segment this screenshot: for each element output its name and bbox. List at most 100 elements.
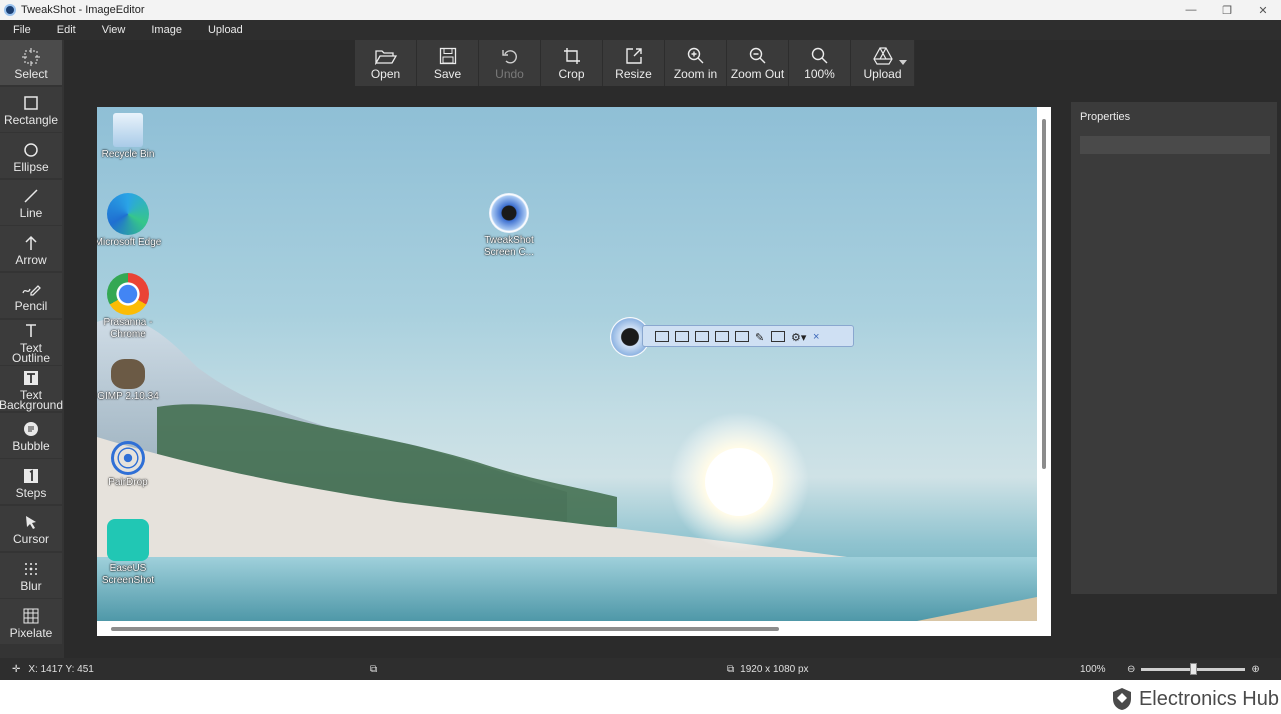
chrome-icon xyxy=(107,273,149,315)
tool-arrow[interactable]: Arrow xyxy=(0,226,62,272)
capture-region-icon[interactable] xyxy=(675,330,689,342)
landscape-wallpaper xyxy=(97,318,1037,621)
bubble-icon xyxy=(23,419,39,439)
recycle-bin-icon xyxy=(113,113,143,147)
screenshot-image: Recycle Bin Microsoft Edge Prasanna - Ch… xyxy=(97,107,1037,621)
capture-video-icon[interactable] xyxy=(735,330,749,342)
pairdrop-icon xyxy=(111,441,145,475)
ellipse-icon xyxy=(23,140,39,160)
app-logo-icon xyxy=(4,4,16,16)
edge-icon xyxy=(107,193,149,235)
desktop-icon-recycle-bin[interactable]: Recycle Bin xyxy=(97,113,163,161)
text-background-icon xyxy=(23,368,39,388)
actual-size-button[interactable]: 100% xyxy=(789,40,851,86)
tool-text-outline[interactable]: Text Outline xyxy=(0,319,62,365)
pixelate-icon xyxy=(23,606,39,626)
close-button[interactable]: ✕ xyxy=(1245,0,1281,20)
menu-edit[interactable]: Edit xyxy=(44,24,89,36)
pencil-icon xyxy=(21,279,41,299)
desktop-icon-pairdrop[interactable]: PairDrop xyxy=(97,441,163,489)
capture-fullscreen-icon[interactable] xyxy=(695,330,709,342)
minimize-button[interactable]: — xyxy=(1173,0,1209,20)
drive-icon xyxy=(872,45,893,67)
save-icon xyxy=(439,45,457,67)
window-controls: — ❐ ✕ xyxy=(1173,0,1281,20)
crop-icon xyxy=(563,45,581,67)
chevron-down-icon[interactable] xyxy=(899,60,907,65)
crop-button[interactable]: Crop xyxy=(541,40,603,86)
zoom-slider-group: ⊖ ⊕ xyxy=(1127,662,1260,675)
resize-icon xyxy=(625,45,643,67)
tool-rectangle[interactable]: Rectangle xyxy=(0,86,62,132)
tool-text-background[interactable]: Text Background xyxy=(0,366,63,412)
main-toolbar: Open Save Undo Crop Resize Zoom in Zoom … xyxy=(355,40,915,86)
save-button[interactable]: Save xyxy=(417,40,479,86)
image-size: ⧉ 1920 x 1080 px xyxy=(727,664,809,675)
desktop-icon-easeus[interactable]: EaseUS ScreenShot xyxy=(97,519,163,587)
text-outline-icon xyxy=(23,321,39,341)
image-size-text: 1920 x 1080 px xyxy=(740,663,809,675)
tool-cursor[interactable]: Cursor xyxy=(0,505,62,551)
undo-icon xyxy=(501,45,519,67)
tool-pixelate[interactable]: Pixelate xyxy=(0,599,62,645)
tool-blur[interactable]: Blur xyxy=(0,552,62,598)
zoom-minus-icon[interactable]: ⊖ xyxy=(1127,664,1135,675)
arrow-icon xyxy=(23,233,39,253)
capture-window-icon[interactable] xyxy=(655,330,669,342)
zoom-out-button[interactable]: Zoom Out xyxy=(727,40,789,86)
menu-upload[interactable]: Upload xyxy=(195,24,256,36)
undo-button[interactable]: Undo xyxy=(479,40,541,86)
zoom-in-button[interactable]: Zoom in xyxy=(665,40,727,86)
settings-gear-icon[interactable]: ⚙▾ xyxy=(791,331,807,344)
menu-view[interactable]: View xyxy=(89,24,139,36)
horizontal-scrollbar[interactable] xyxy=(111,627,779,631)
zoom-slider-thumb[interactable] xyxy=(1189,662,1197,675)
zoom-slider[interactable] xyxy=(1141,662,1246,675)
properties-panel-area: Properties xyxy=(1065,40,1281,658)
window-title: TweakShot - ImageEditor xyxy=(21,4,145,16)
desktop-icon-chrome[interactable]: Prasanna - Chrome xyxy=(97,273,163,341)
image-canvas[interactable]: Recycle Bin Microsoft Edge Prasanna - Ch… xyxy=(97,107,1051,636)
zoom-in-icon xyxy=(687,45,705,67)
maximize-button[interactable]: ❐ xyxy=(1209,0,1245,20)
color-picker-icon[interactable]: ✎ xyxy=(755,331,765,344)
magnifier-icon xyxy=(811,45,829,67)
resize-button[interactable]: Resize xyxy=(603,40,665,86)
menu-file[interactable]: File xyxy=(0,24,44,36)
properties-title: Properties xyxy=(1080,111,1131,123)
desktop-icon-tweakshot[interactable]: TweakShot Screen C... xyxy=(474,193,544,259)
desktop-icon-edge[interactable]: Microsoft Edge xyxy=(97,193,163,249)
capture-toolbar[interactable]: ✎ ⚙▾ × xyxy=(610,317,854,357)
gimp-icon xyxy=(111,359,145,389)
vertical-scrollbar[interactable] xyxy=(1042,119,1046,469)
fit-to-window-icon[interactable]: ⧉ xyxy=(370,664,377,675)
shield-logo-icon xyxy=(1112,688,1131,710)
zoom-plus-icon[interactable]: ⊕ xyxy=(1251,664,1259,675)
watermark-text: Electronics Hub xyxy=(1138,687,1279,710)
tool-pencil[interactable]: Pencil xyxy=(0,272,62,318)
open-button[interactable]: Open xyxy=(355,40,417,86)
tool-steps[interactable]: Steps xyxy=(0,459,62,505)
properties-panel: Properties xyxy=(1071,102,1277,594)
folder-icon[interactable] xyxy=(771,330,785,342)
close-icon[interactable]: × xyxy=(813,331,823,343)
menu-image[interactable]: Image xyxy=(138,24,195,36)
properties-field[interactable] xyxy=(1080,136,1270,154)
cursor-position: ✛ X: 1417 Y: 451 xyxy=(12,664,94,675)
tool-ellipse[interactable]: Ellipse xyxy=(0,133,62,179)
tool-select[interactable]: Select xyxy=(0,40,62,85)
menu-bar: File Edit View Image Upload xyxy=(0,20,1281,40)
zoom-out-icon xyxy=(749,45,767,67)
scissors-icon xyxy=(107,519,149,561)
capture-scroll-icon[interactable] xyxy=(715,330,729,342)
desktop-icon-gimp[interactable]: GIMP 2.10.34 xyxy=(97,359,163,403)
tool-line[interactable]: Line xyxy=(0,179,62,225)
tool-panel: Select Rectangle Ellipse Line Arrow Penc… xyxy=(0,40,64,658)
blur-icon xyxy=(23,559,39,579)
tool-bubble[interactable]: Bubble xyxy=(0,412,62,458)
upload-button[interactable]: Upload xyxy=(851,40,915,86)
move-icon: ✛ xyxy=(12,663,21,675)
watermark: Electronics Hub xyxy=(1111,684,1279,714)
zoom-level-text: 100% xyxy=(1080,663,1106,675)
cursor-icon xyxy=(23,512,39,532)
